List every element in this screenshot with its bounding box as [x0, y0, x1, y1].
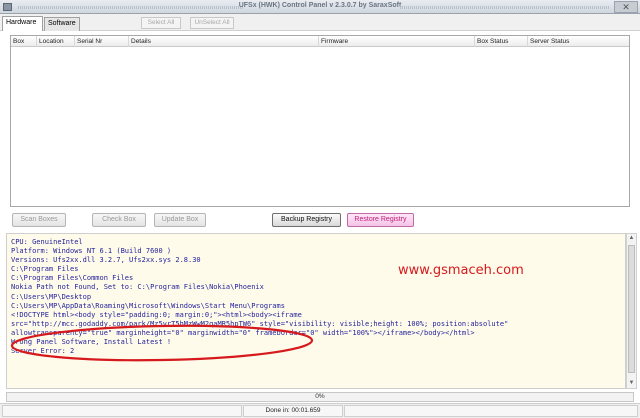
status-segment [344, 405, 638, 417]
scrollbar-thumb[interactable] [628, 245, 635, 373]
column-header-serial[interactable]: Serial Nr [75, 36, 129, 47]
update-box-button[interactable]: Update Box [154, 213, 206, 227]
app-window: UFSx (HWK) Control Panel v 2.3.0.7 by Sa… [0, 0, 640, 418]
log-line: <!DOCTYPE html><body style="padding:0; m… [11, 310, 302, 319]
column-header-box-status[interactable]: Box Status [475, 36, 528, 47]
tab-software[interactable]: Software [44, 17, 80, 31]
log-line: C:\Users\MP\Desktop [11, 292, 92, 301]
log-scrollbar[interactable]: ▲ ▼ [626, 233, 637, 389]
log-line: Server Error: 2 [11, 347, 75, 356]
titlebar-grip [400, 6, 610, 9]
tab-strip: Hardware Software Select All UnSelect Al… [0, 14, 640, 31]
log-line: Nokia Path not Found, Set to: C:\Program… [11, 283, 264, 292]
progress-label: 0% [315, 393, 325, 400]
log-line: src="http://mcc.godaddy.com/park/Mz5vrT5… [11, 319, 509, 328]
log-line: C:\Program Files\Common Files [11, 274, 134, 283]
log-line: C:\Program Files [11, 265, 79, 274]
title-bar[interactable]: UFSx (HWK) Control Panel v 2.3.0.7 by Sa… [0, 0, 640, 14]
log-line: Versions: Ufs2xx.dll 3.2.7, Ufs2xx.sys 2… [11, 256, 201, 265]
log-line: C:\Users\MP\AppData\Roaming\Microsoft\Wi… [11, 301, 285, 310]
status-message: Done in: 00:01.659 [243, 405, 343, 417]
check-box-button[interactable]: Check Box [92, 213, 146, 227]
column-header-firmware[interactable]: Firmware [319, 36, 475, 47]
log-output[interactable]: CPU: GenuineIntel Platform: Windows NT 6… [6, 233, 626, 389]
log-line: allowtransparency="true" marginheight="0… [11, 328, 475, 337]
close-icon: ✕ [622, 2, 630, 12]
watermark-text: www.gsmaceh.com [398, 263, 524, 278]
tab-hardware[interactable]: Hardware [2, 16, 43, 31]
scroll-down-arrow-icon[interactable]: ▼ [627, 379, 636, 388]
status-segment [2, 405, 242, 417]
log-line: CPU: GenuineIntel [11, 238, 83, 246]
scroll-up-arrow-icon[interactable]: ▲ [627, 234, 636, 243]
column-header-location[interactable]: Location [37, 36, 75, 47]
column-header-details[interactable]: Details [129, 36, 319, 47]
column-header-server-status[interactable]: Server Status [528, 36, 629, 47]
column-header-box[interactable]: Box [11, 36, 37, 47]
scan-boxes-button[interactable]: Scan Boxes [12, 213, 66, 227]
close-button[interactable]: ✕ [614, 1, 638, 13]
log-line: Wrong Panel Software, Install Latest ! [11, 338, 172, 347]
log-line: Platform: Windows NT 6.1 (Build 7600 ) [11, 247, 172, 256]
progress-bar: 0% [6, 392, 634, 402]
unselect-all-button[interactable]: UnSelect All [190, 17, 234, 29]
device-table[interactable]: Box Location Serial Nr Details Firmware … [10, 35, 630, 207]
backup-registry-button[interactable]: Backup Registry [272, 213, 341, 227]
restore-registry-button[interactable]: Restore Registry [347, 213, 414, 227]
select-all-button[interactable]: Select All [141, 17, 181, 29]
table-header: Box Location Serial Nr Details Firmware … [11, 36, 629, 47]
status-bar: Done in: 00:01.659 [0, 403, 640, 418]
